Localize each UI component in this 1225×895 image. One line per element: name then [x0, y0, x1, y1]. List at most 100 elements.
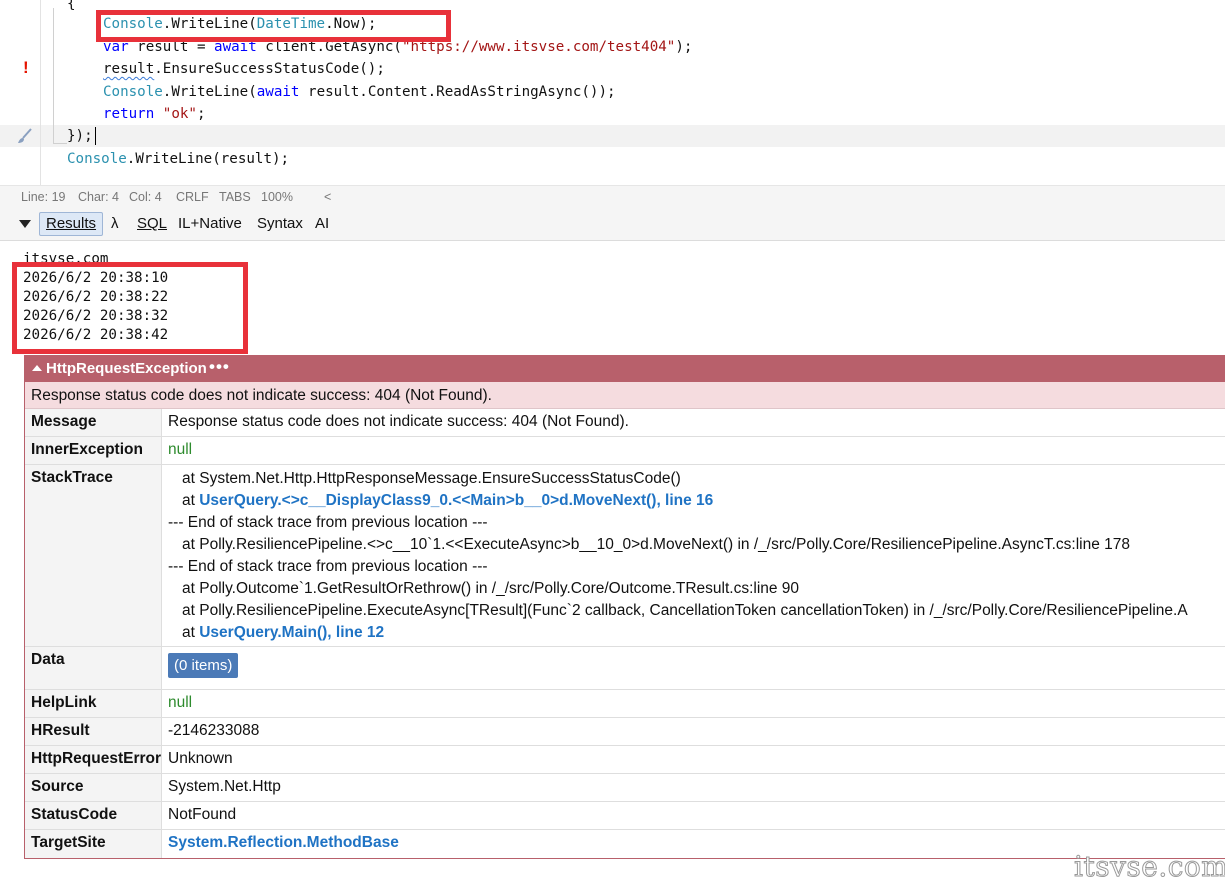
- code-line: });: [67, 125, 93, 147]
- hresult-value: -2146233088: [168, 722, 260, 739]
- watermark: itsvse.com: [1073, 850, 1225, 884]
- stack-source-link[interactable]: UserQuery.<>c__DisplayClass9_0.<<Main>b_…: [199, 492, 713, 509]
- target-site-value: System.Reflection.MethodBase: [162, 830, 1225, 858]
- code-token: result =: [128, 39, 215, 55]
- indent-guide-end: [53, 143, 67, 144]
- stack-line: at Polly.ResiliencePipeline.<>c__10`1.<<…: [182, 536, 1131, 553]
- exception-summary: Response status code does not indicate s…: [25, 382, 1225, 409]
- status-zoom[interactable]: 100%: [261, 190, 293, 204]
- indent-guide: [53, 8, 54, 143]
- editor-gutter: [0, 0, 41, 185]
- tab-lambda[interactable]: λ: [111, 213, 119, 235]
- row-http-request-error: HttpRequestError Unknown: [25, 746, 1225, 774]
- row-data: Data (0 items): [25, 647, 1225, 690]
- code-token: );: [675, 39, 693, 55]
- stack-line: --- End of stack trace from previous loc…: [168, 514, 488, 531]
- tab-syntax[interactable]: Syntax: [257, 213, 303, 235]
- data-value: (0 items): [162, 647, 1225, 689]
- stack-line: at Polly.Outcome`1.GetResultOrRethrow() …: [182, 580, 800, 597]
- code-token: client.GetAsync(: [256, 39, 402, 55]
- output-timestamp: 2026/6/2 20:38:10: [23, 270, 169, 286]
- output-line-partial: itsvse.com: [23, 251, 109, 262]
- code-line: var result = await client.GetAsync("http…: [103, 36, 692, 58]
- error-marker-icon[interactable]: !: [23, 58, 29, 78]
- http-request-error-value: Unknown: [168, 750, 233, 767]
- code-token: "ok": [162, 106, 197, 122]
- code-token: "https://www.itsvse.com/test404": [401, 39, 676, 55]
- code-token: Console: [103, 84, 163, 100]
- code-line: Console.WriteLine(result);: [67, 148, 289, 170]
- stack-line: --- End of stack trace from previous loc…: [168, 558, 488, 575]
- helplink-value: null: [168, 694, 193, 711]
- code-editor[interactable]: ! {Console.WriteLine(DateTime.Now); var r…: [0, 0, 1225, 185]
- target-site-link[interactable]: System.Reflection.MethodBase: [168, 834, 399, 851]
- row-key: Data: [25, 647, 162, 689]
- stack-prefix: at: [182, 624, 200, 641]
- code-token: .WriteLine(result);: [126, 151, 290, 167]
- code-line: Console.WriteLine(DateTime.Now);: [103, 13, 376, 35]
- tab-sql[interactable]: SQL: [137, 213, 167, 235]
- output-timestamp: 2026/6/2 20:38:42: [23, 327, 169, 343]
- code-token: .WriteLine(: [162, 84, 257, 100]
- code-token: .WriteLine(: [162, 16, 257, 32]
- stack-line: at System.Net.Http.HttpResponseMessage.E…: [182, 470, 681, 487]
- current-line-highlight: [0, 125, 1225, 147]
- tab-results[interactable]: Results: [39, 212, 104, 236]
- code-line: result.EnsureSuccessStatusCode();: [103, 58, 385, 80]
- code-token: var: [103, 39, 129, 55]
- collapse-panel-icon[interactable]: [19, 220, 31, 228]
- output-timestamp: 2026/6/2 20:38:32: [23, 308, 169, 324]
- code-token: });: [67, 128, 93, 144]
- row-status-code: StatusCode NotFound: [25, 802, 1225, 830]
- row-hresult: HResult -2146233088: [25, 718, 1225, 746]
- collapse-icon[interactable]: [32, 365, 42, 371]
- code-token: Console: [67, 151, 127, 167]
- code-token: ;: [196, 106, 206, 122]
- status-collapse-arrow[interactable]: <: [324, 190, 331, 204]
- data-items-button[interactable]: (0 items): [168, 653, 239, 678]
- source-value: System.Net.Http: [168, 778, 281, 795]
- stack-source-link[interactable]: UserQuery.Main(), line 12: [199, 624, 384, 641]
- status-line: Line: 19: [21, 190, 66, 204]
- row-key: HelpLink: [25, 690, 162, 717]
- code-token: .EnsureSuccessStatusCode();: [154, 61, 385, 77]
- code-token: await: [214, 39, 257, 55]
- editor-status-bar: Line: 19 Char: 4 Col: 4 CRLF TABS 100% <: [0, 185, 1225, 208]
- code-token: await: [256, 84, 300, 100]
- tab-sql-label: SQL: [137, 215, 168, 232]
- status-char: Char: 4: [78, 190, 119, 204]
- status-eol[interactable]: CRLF: [176, 190, 209, 204]
- code-token: {: [67, 0, 76, 12]
- row-target-site: TargetSite System.Reflection.MethodBase: [25, 830, 1225, 858]
- row-key: InnerException: [25, 437, 162, 464]
- stack-line: at Polly.ResiliencePipeline.ExecuteAsync…: [182, 602, 1188, 619]
- status-code-value: NotFound: [168, 806, 237, 823]
- row-helplink: HelpLink null: [25, 690, 1225, 718]
- code-token: .Now);: [325, 16, 377, 32]
- stack-trace-value: at System.Net.Http.HttpResponseMessage.E…: [162, 465, 1225, 646]
- code-line: Console.WriteLine(await result.Content.R…: [103, 81, 616, 103]
- row-message: Message Response status code does not in…: [25, 409, 1225, 437]
- more-options-icon[interactable]: •••: [209, 357, 230, 377]
- row-key: StackTrace: [25, 465, 162, 646]
- row-key: TargetSite: [25, 830, 162, 858]
- tab-ai[interactable]: AI: [315, 213, 329, 235]
- code-line: return "ok";: [103, 103, 206, 125]
- tab-il-native[interactable]: IL+Native: [178, 213, 242, 235]
- code-token: Console: [103, 16, 163, 32]
- text-caret: [95, 127, 96, 145]
- exception-header[interactable]: HttpRequestException •••: [25, 356, 1225, 382]
- row-stack-trace: StackTrace at System.Net.Http.HttpRespon…: [25, 465, 1225, 647]
- brush-icon[interactable]: [16, 127, 36, 145]
- results-toolbar: Results λ SQL IL+Native Syntax AI: [0, 207, 1225, 241]
- row-inner-exception: InnerException null: [25, 437, 1225, 465]
- exception-panel: HttpRequestException ••• Response status…: [24, 355, 1225, 859]
- code-token: return: [103, 106, 155, 122]
- status-indent[interactable]: TABS: [219, 190, 251, 204]
- row-key: Message: [25, 409, 162, 436]
- inner-exception-value: null: [168, 441, 193, 458]
- stack-line: at UserQuery.<>c__DisplayClass9_0.<<Main…: [168, 490, 1225, 512]
- exception-type: HttpRequestException: [46, 360, 207, 377]
- code-line: {: [67, 0, 76, 15]
